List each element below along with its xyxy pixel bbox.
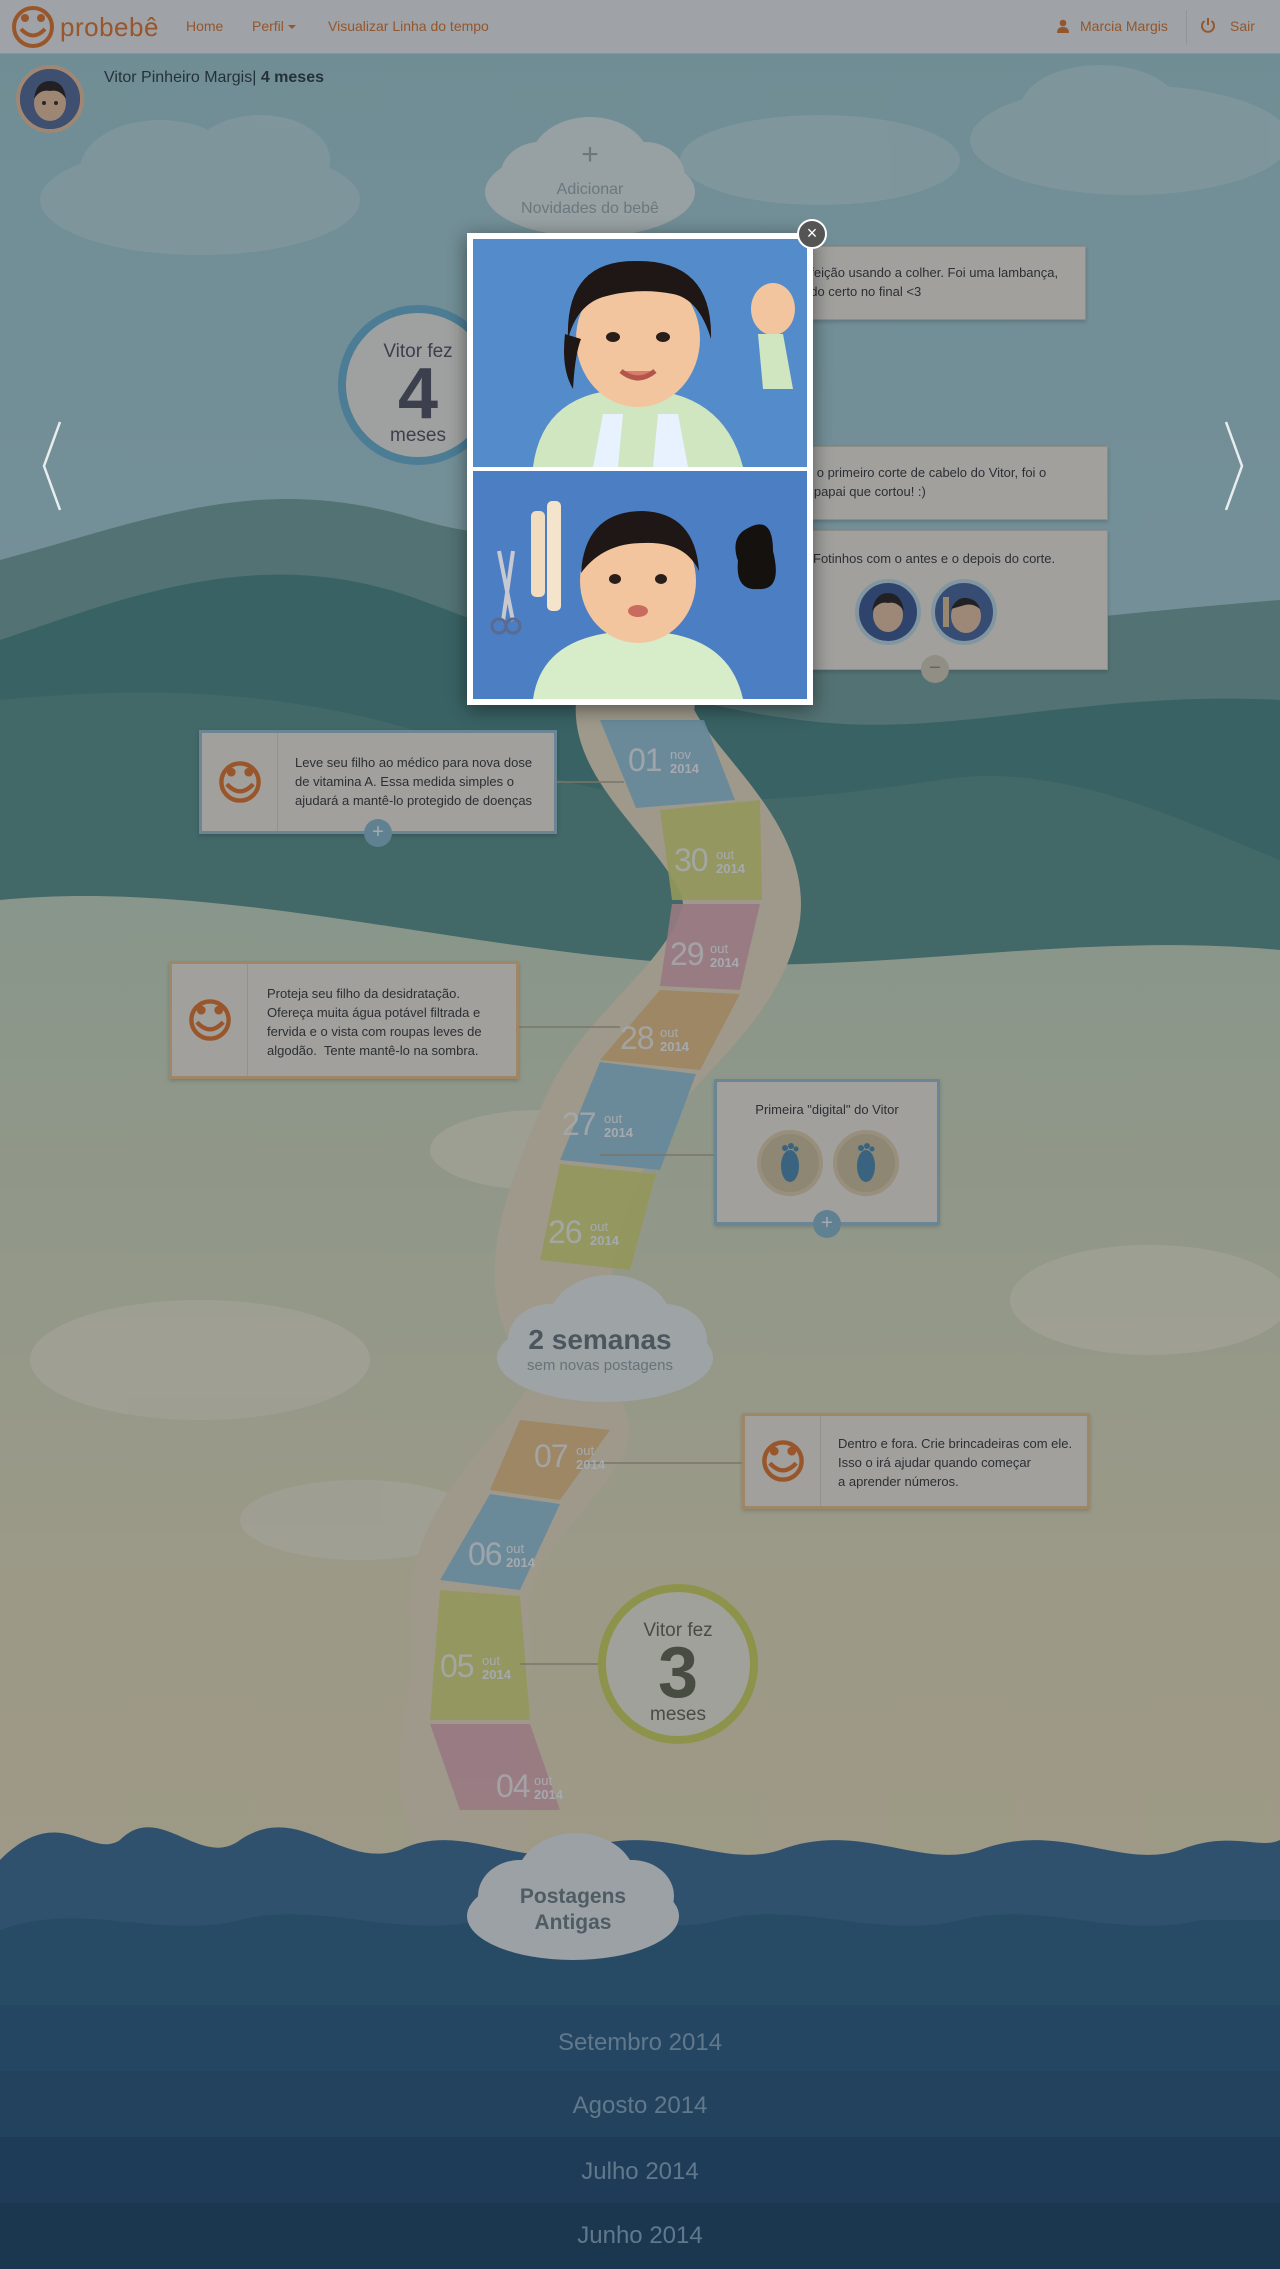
photo-before-haircut xyxy=(473,239,807,467)
baby-photo-1 xyxy=(473,239,807,467)
photo-lightbox xyxy=(467,233,813,705)
baby-photo-2 xyxy=(473,471,807,699)
photo-after-haircut xyxy=(473,471,807,699)
chevron-left-icon[interactable] xyxy=(40,418,64,514)
close-icon[interactable]: × xyxy=(797,219,827,249)
chevron-right-icon[interactable] xyxy=(1222,418,1246,514)
